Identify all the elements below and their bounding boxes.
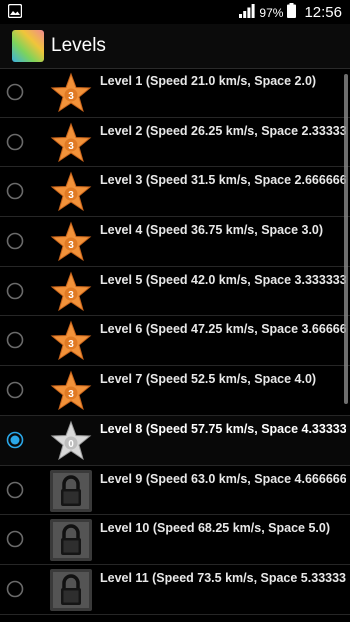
lock-icon (50, 568, 92, 611)
level-label: Level 9 (Speed 63.0 km/s, Space 4.666666… (100, 471, 346, 486)
star-icon: 3 (50, 320, 92, 362)
radio-selected[interactable] (6, 431, 24, 449)
lock-icon (50, 519, 92, 562)
star-count-badge: 3 (68, 389, 74, 400)
star-count-badge: 0 (68, 439, 74, 450)
level-label: Level 1 (Speed 21.0 km/s, Space 2.0) (100, 74, 317, 88)
star-count-badge: 3 (68, 91, 74, 102)
radio-unselected[interactable] (6, 481, 24, 499)
radio-unselected[interactable] (6, 182, 24, 200)
level-row[interactable]: Level 9 (Speed 63.0 km/s, Space 4.666666… (0, 466, 350, 516)
radio-unselected[interactable] (6, 83, 24, 101)
star-count-badge: 3 (68, 339, 74, 350)
lock-icon (50, 469, 92, 512)
star-count-badge: 3 (68, 290, 74, 301)
level-row[interactable]: Level 10 (Speed 68.25 km/s, Space 5.0) (0, 515, 350, 565)
app-bar: Levels (0, 24, 350, 69)
level-row[interactable]: 3 Level 5 (Speed 42.0 km/s, Space 3.3333… (0, 267, 350, 317)
level-row[interactable]: 3 Level 1 (Speed 21.0 km/s, Space 2.0) (0, 68, 350, 118)
star-count-badge: 3 (68, 190, 74, 201)
levels-list[interactable]: 3 Level 1 (Speed 21.0 km/s, Space 2.0) 3… (0, 68, 350, 622)
page-title: Levels (51, 35, 106, 56)
gallery-notification-icon (7, 3, 23, 22)
scrollbar[interactable] (344, 74, 348, 404)
level-label: Level 11 (Speed 73.5 km/s, Space 5.33333… (100, 570, 346, 585)
radio-unselected[interactable] (6, 530, 24, 548)
level-row[interactable]: 0 Level 8 (Speed 57.75 km/s, Space 4.333… (0, 415, 350, 466)
level-label: Level 4 (Speed 36.75 km/s, Space 3.0) (100, 223, 324, 238)
level-label: Level 2 (Speed 26.25 km/s, Space 2.33333… (100, 123, 346, 138)
level-row[interactable]: Level 11 (Speed 73.5 km/s, Space 5.33333… (0, 565, 350, 615)
signal-icon (239, 3, 256, 22)
star-count-badge: 3 (68, 240, 74, 251)
radio-unselected[interactable] (6, 232, 24, 250)
level-row[interactable]: 3 Level 2 (Speed 26.25 km/s, Space 2.333… (0, 118, 350, 168)
star-icon: 3 (50, 370, 92, 412)
clock: 12:56 (304, 4, 342, 21)
radio-unselected[interactable] (6, 580, 24, 598)
level-row[interactable]: 3 Level 4 (Speed 36.75 km/s, Space 3.0) (0, 217, 350, 267)
level-label: Level 6 (Speed 47.25 km/s, Space 3.66666… (100, 322, 346, 337)
level-label: Level 10 (Speed 68.25 km/s, Space 5.0) (100, 521, 330, 536)
star-icon: 3 (50, 72, 92, 114)
level-label: Level 3 (Speed 31.5 km/s, Space 2.666666… (100, 173, 346, 188)
star-icon: 3 (50, 271, 92, 313)
radio-unselected[interactable] (6, 331, 24, 349)
star-icon: 3 (50, 221, 92, 263)
star-icon: 3 (50, 122, 92, 164)
radio-unselected[interactable] (6, 282, 24, 300)
level-label: Level 8 (Speed 57.75 km/s, Space 4.33333… (100, 421, 346, 436)
level-label: Level 5 (Speed 42.0 km/s, Space 3.333333… (100, 272, 346, 287)
level-row[interactable]: 3 Level 6 (Speed 47.25 km/s, Space 3.666… (0, 316, 350, 367)
level-row[interactable]: 3 Level 3 (Speed 31.5 km/s, Space 2.6666… (0, 167, 350, 218)
battery-icon (287, 3, 297, 22)
radio-unselected[interactable] (6, 381, 24, 399)
status-bar: 97% 12:56 (0, 0, 350, 24)
star-icon: 0 (50, 420, 92, 462)
star-icon: 3 (50, 171, 92, 213)
level-label: Level 7 (Speed 52.5 km/s, Space 4.0) (100, 372, 317, 387)
star-count-badge: 3 (68, 141, 74, 152)
app-gradient-icon[interactable] (11, 29, 45, 63)
battery-percent: 97% (259, 5, 284, 20)
radio-unselected[interactable] (6, 133, 24, 151)
level-row[interactable]: 3 Level 7 (Speed 52.5 km/s, Space 4.0) (0, 366, 350, 416)
